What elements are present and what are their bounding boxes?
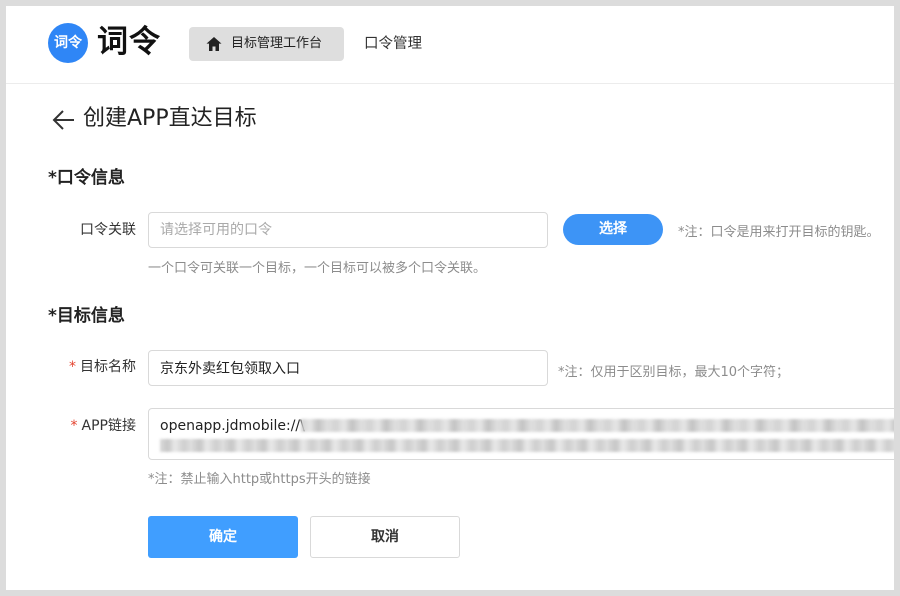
command-note: *注：口令是用来打开目标的钥匙。 — [678, 225, 880, 240]
nav-item-command-management[interactable]: 口令管理 — [364, 27, 422, 61]
page-title: 创建APP直达目标 — [83, 106, 257, 131]
confirm-button[interactable]: 确定 — [148, 516, 298, 558]
select-command-button[interactable]: 选择 — [563, 214, 663, 245]
target-name-input[interactable] — [148, 350, 548, 386]
target-name-label-text: 目标名称 — [80, 359, 136, 375]
required-mark: * — [69, 359, 76, 375]
arrow-left-icon[interactable] — [50, 107, 76, 133]
nav-item-label: 目标管理工作台 — [231, 36, 323, 51]
cancel-button[interactable]: 取消 — [310, 516, 460, 558]
command-select-input[interactable] — [148, 212, 548, 248]
command-label: 口令关联 — [80, 222, 136, 238]
command-help-text: 一个口令可关联一个目标，一个目标可以被多个口令关联。 — [148, 261, 487, 276]
app-link-value: openapp.jdmobile://\ — [160, 418, 305, 434]
nav-item-target-workbench[interactable]: 目标管理工作台 — [189, 27, 344, 61]
brand-logo-badge[interactable]: 词令 — [48, 23, 88, 63]
section-title-command-info: *口令信息 — [48, 168, 125, 188]
app-link-label: * APP链接 — [48, 416, 136, 436]
app-link-label-text: APP链接 — [81, 418, 136, 434]
target-name-note: *注：仅用于区别目标，最大10个字符； — [558, 365, 790, 380]
app-window: 词令 词令 目标管理工作台 口令管理 创建APP直达目标 *口令信息 口令关联 … — [6, 6, 894, 590]
brand-name[interactable]: 词令 — [97, 20, 161, 64]
redacted-link-text — [301, 419, 894, 432]
redacted-link-text — [160, 439, 894, 452]
target-name-label: * 目标名称 — [48, 357, 136, 377]
home-icon — [206, 37, 222, 51]
required-mark: * — [70, 418, 78, 434]
app-link-note: *注：禁止输入http或https开头的链接 — [148, 472, 371, 487]
top-navigation-bar: 词令 词令 目标管理工作台 口令管理 — [6, 6, 894, 84]
app-link-textarea[interactable]: openapp.jdmobile://\ — [148, 408, 894, 460]
section-title-target-info: *目标信息 — [48, 306, 125, 326]
